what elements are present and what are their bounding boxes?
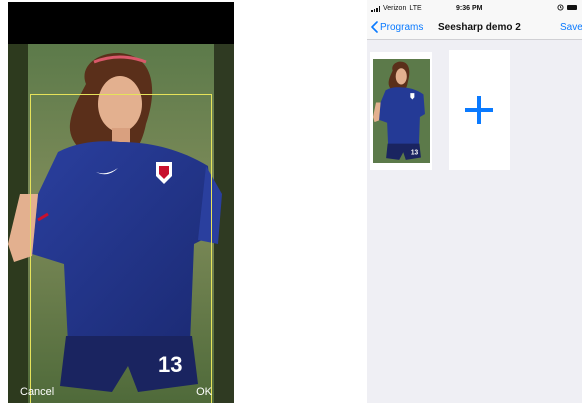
status-bar: Verizon LTE 9:36 PM	[367, 0, 582, 16]
chevron-left-icon	[371, 21, 378, 33]
cancel-button[interactable]: Cancel	[20, 386, 54, 398]
photo-preview: 13	[8, 44, 234, 403]
screenshot-composite: 13 Cancel OK Verizon LTE 9:36 PM Program…	[0, 0, 582, 403]
navigation-bar: Programs Seesharp demo 2 Save	[367, 16, 582, 40]
crop-toolbar: Cancel OK	[8, 373, 234, 403]
page-title: Seesharp demo 2	[438, 22, 521, 33]
alarm-icon	[557, 4, 564, 11]
svg-text:13: 13	[411, 149, 418, 156]
ok-button[interactable]: OK	[196, 386, 212, 398]
status-carrier-group: Verizon LTE	[371, 5, 422, 12]
network-type: LTE	[409, 5, 422, 12]
plus-icon	[465, 96, 493, 124]
battery-icon	[567, 5, 577, 10]
carrier-name: Verizon	[383, 5, 407, 12]
signal-strength-icon	[371, 5, 380, 12]
add-photo-button[interactable]	[449, 50, 510, 170]
thumbnail-image: 13	[373, 59, 430, 163]
photo-crop-screen: 13 Cancel OK	[8, 2, 234, 403]
status-indicators	[557, 4, 577, 11]
crop-frame[interactable]	[30, 94, 212, 403]
save-button[interactable]: Save	[560, 22, 582, 33]
back-button[interactable]: Programs	[371, 21, 423, 33]
photo-thumbnail[interactable]: 13	[370, 52, 432, 170]
back-button-label: Programs	[380, 21, 424, 33]
program-editor-screen: Verizon LTE 9:36 PM Programs Seesharp de…	[367, 0, 582, 403]
status-time: 9:36 PM	[456, 5, 483, 12]
